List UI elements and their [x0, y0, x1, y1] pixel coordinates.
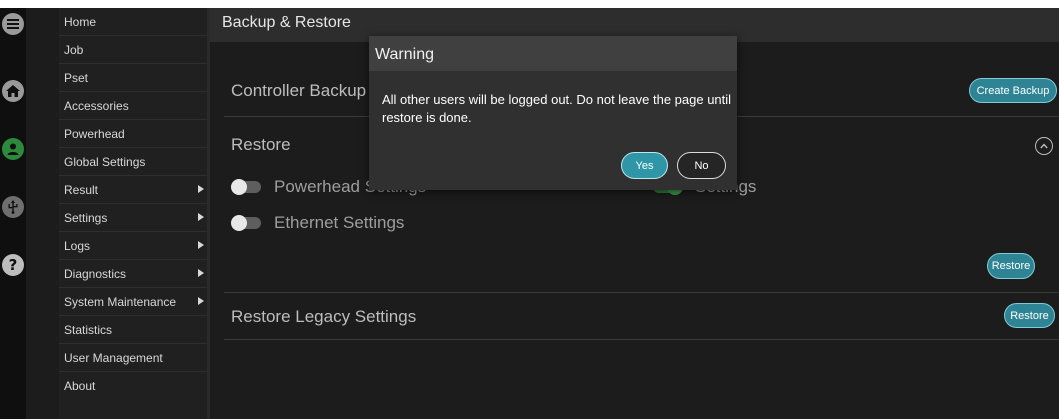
- menu-item-system-maintenance[interactable]: System Maintenance: [59, 288, 207, 316]
- menu-item-label: Powerhead: [64, 127, 125, 141]
- menu-icon[interactable]: [2, 13, 24, 35]
- menu-item-logs[interactable]: Logs: [59, 232, 207, 260]
- dialog-message: All other users will be logged out. Do n…: [382, 92, 732, 125]
- chevron-right-icon: [198, 213, 204, 221]
- restore-legacy-title: Restore Legacy Settings: [231, 307, 417, 326]
- restore-legacy-button[interactable]: Restore: [1004, 303, 1055, 328]
- menu-item-label: Statistics: [64, 323, 113, 337]
- menu-item-statistics[interactable]: Statistics: [59, 316, 207, 344]
- menu-item-label: Settings: [64, 211, 108, 225]
- warning-dialog: Warning All other users will be logged o…: [369, 36, 737, 190]
- controller-backup-title: Controller Backup: [231, 81, 367, 100]
- icon-rail: ?: [0, 8, 26, 419]
- menu-item-settings[interactable]: Settings: [59, 204, 207, 232]
- menu-item-label: About: [64, 379, 96, 393]
- help-icon[interactable]: ?: [2, 254, 24, 276]
- menu-item-label: Job: [64, 43, 84, 57]
- menu-item-label: Pset: [64, 71, 89, 85]
- menu-item-label: Logs: [64, 239, 91, 253]
- menu-item-user-management[interactable]: User Management: [59, 344, 207, 372]
- menu-item-powerhead[interactable]: Powerhead: [59, 120, 207, 148]
- no-button[interactable]: No: [677, 152, 726, 179]
- menu-item-label: System Maintenance: [64, 295, 177, 309]
- chevron-right-icon: [198, 297, 204, 305]
- powerhead-settings-toggle[interactable]: [231, 179, 261, 195]
- nav-menu: Home Job Pset Accessories Powerhead Glob…: [59, 8, 207, 419]
- menu-item-label: Diagnostics: [64, 267, 127, 281]
- usb-icon[interactable]: [2, 196, 24, 218]
- chevron-right-icon: [198, 269, 204, 277]
- menu-item-job[interactable]: Job: [59, 36, 207, 64]
- menu-item-accessories[interactable]: Accessories: [59, 92, 207, 120]
- ethernet-settings-label: Ethernet Settings: [274, 213, 405, 232]
- menu-item-home[interactable]: Home: [59, 8, 207, 36]
- menu-item-label: Accessories: [64, 99, 129, 113]
- divider: [224, 339, 1059, 340]
- dialog-title: Warning: [375, 46, 434, 63]
- chevron-right-icon: [198, 185, 204, 193]
- menu-item-label: Global Settings: [64, 155, 146, 169]
- menu-item-pset[interactable]: Pset: [59, 64, 207, 92]
- user-icon[interactable]: [2, 138, 24, 160]
- restore-title: Restore: [231, 135, 291, 154]
- menu-item-diagnostics[interactable]: Diagnostics: [59, 260, 207, 288]
- chevron-right-icon: [198, 241, 204, 249]
- menu-item-label: Home: [64, 15, 97, 29]
- create-backup-button[interactable]: Create Backup: [969, 78, 1057, 103]
- menu-item-about[interactable]: About: [59, 372, 207, 400]
- yes-button[interactable]: Yes: [621, 152, 668, 179]
- toggle-knob: [231, 215, 247, 231]
- toggle-knob: [231, 179, 247, 195]
- ethernet-settings-toggle[interactable]: [231, 215, 261, 231]
- divider: [224, 292, 1059, 293]
- menu-item-label: Result: [64, 183, 99, 197]
- menu-item-result[interactable]: Result: [59, 176, 207, 204]
- restore-button[interactable]: Restore: [987, 253, 1035, 279]
- menu-item-label: User Management: [64, 351, 163, 365]
- app-window: ? Home Job Pset Accessories Powerhead Gl…: [0, 8, 1059, 419]
- chevron-up-icon[interactable]: [1035, 137, 1053, 155]
- dialog-header: Warning: [369, 36, 737, 71]
- home-icon[interactable]: [2, 80, 24, 102]
- page-title: Backup & Restore: [222, 14, 351, 31]
- menu-item-global-settings[interactable]: Global Settings: [59, 148, 207, 176]
